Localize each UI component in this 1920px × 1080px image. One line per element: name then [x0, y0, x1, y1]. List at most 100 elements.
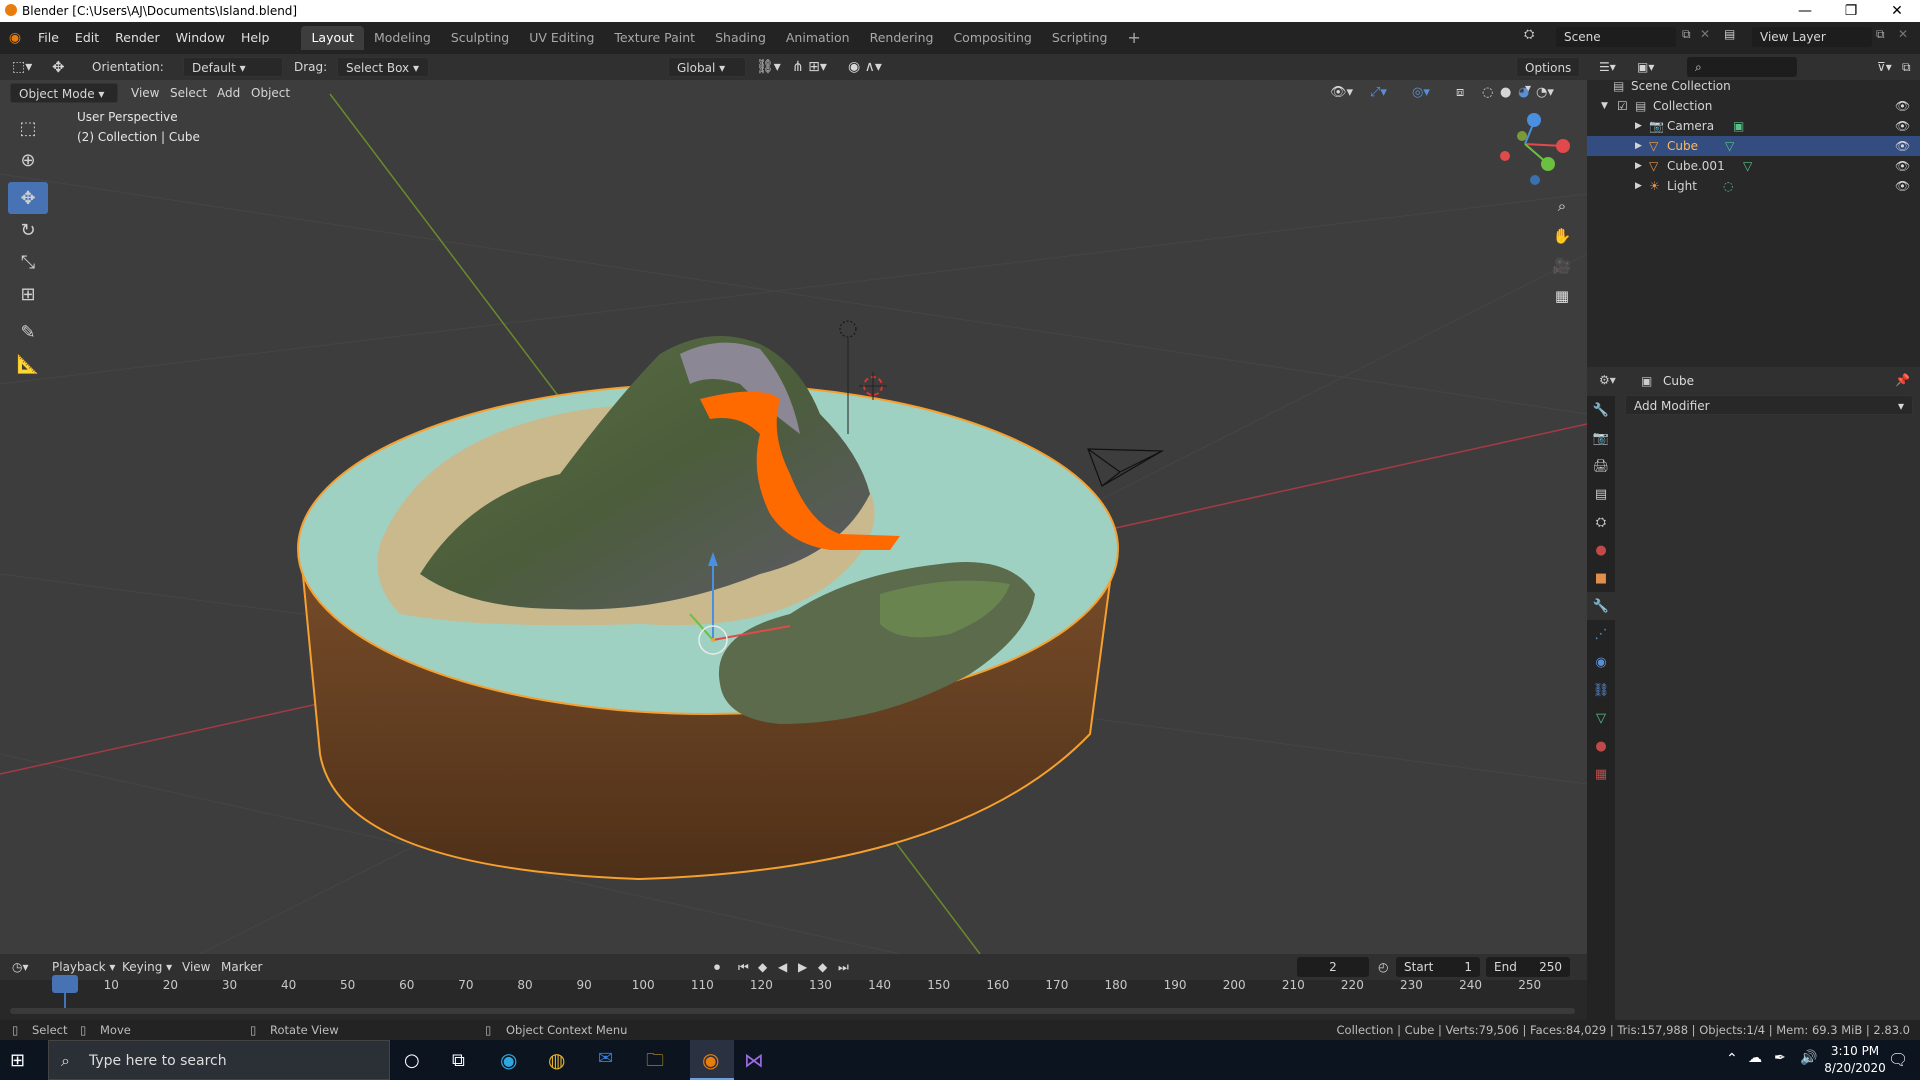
- rendered-shading-icon[interactable]: ◔▾: [1536, 83, 1554, 103]
- orientation-dropdown[interactable]: Default ▾: [183, 57, 283, 77]
- timeline-menu-playback[interactable]: Playback ▾: [52, 957, 115, 977]
- end-frame-field[interactable]: End 250: [1486, 957, 1570, 977]
- tab-modeling[interactable]: Modeling: [364, 26, 441, 50]
- taskbar-time[interactable]: 3:10 PM: [1820, 1044, 1890, 1058]
- wireframe-shading-icon[interactable]: ◌: [1482, 83, 1493, 103]
- new-scene-icon[interactable]: ⧉: [1682, 27, 1691, 42]
- onedrive-icon[interactable]: ☁: [1748, 1050, 1762, 1066]
- scene-selector[interactable]: Scene: [1556, 27, 1676, 47]
- start-frame-field[interactable]: Start 1: [1396, 957, 1480, 977]
- tray-chevron-icon[interactable]: ⌃: [1726, 1051, 1738, 1067]
- expand-arrow-icon[interactable]: ▶: [1635, 116, 1642, 136]
- remove-view-layer-icon[interactable]: ✕: [1898, 27, 1908, 41]
- viewport-menu-view[interactable]: View: [131, 83, 159, 103]
- viewport-menu-select[interactable]: Select: [170, 83, 207, 103]
- edge-icon[interactable]: ◉: [500, 1048, 517, 1072]
- jump-end-icon[interactable]: ⏭: [838, 957, 849, 977]
- island-cube-object[interactable]: [297, 336, 1119, 881]
- playhead[interactable]: [52, 975, 78, 993]
- outliner-scene-collection[interactable]: ▤ Scene Collection: [1587, 76, 1920, 96]
- mode-dropdown[interactable]: Object Mode ▾: [10, 83, 118, 103]
- file-explorer-icon[interactable]: 🗀: [646, 1048, 664, 1078]
- task-view-icon[interactable]: ⧉: [452, 1050, 465, 1071]
- light-object[interactable]: [839, 320, 857, 338]
- play-reverse-icon[interactable]: ◀: [778, 957, 787, 977]
- material-tab-icon[interactable]: ●: [1587, 732, 1615, 760]
- light-data-icon[interactable]: ◌: [1723, 176, 1733, 196]
- tab-compositing[interactable]: Compositing: [943, 26, 1041, 50]
- filter-icon[interactable]: ⊽▾: [1877, 57, 1892, 77]
- cortana-icon[interactable]: ○: [404, 1050, 420, 1071]
- material-preview-icon[interactable]: ◕: [1518, 83, 1529, 103]
- tab-layout[interactable]: Layout: [301, 26, 364, 50]
- data-tab-icon[interactable]: ▽: [1587, 704, 1615, 732]
- camera-data-icon[interactable]: ▣: [1733, 116, 1744, 136]
- tab-uv-editing[interactable]: UV Editing: [519, 26, 604, 50]
- navigation-gizmo[interactable]: [1500, 113, 1570, 185]
- 3d-viewport[interactable]: User Perspective (2) Collection | Cube ⌕…: [0, 54, 1587, 954]
- expand-arrow-icon[interactable]: ▶: [1635, 136, 1642, 156]
- remove-scene-icon[interactable]: ✕: [1700, 27, 1710, 41]
- select-box-icon[interactable]: ⬚: [8, 112, 48, 144]
- prev-keyframe-icon[interactable]: ◆: [758, 957, 767, 977]
- pan-hand-icon[interactable]: ✋: [1548, 222, 1576, 250]
- menu-render[interactable]: Render: [107, 27, 168, 49]
- camera-object[interactable]: [1087, 448, 1165, 487]
- viewport-menu-object[interactable]: Object: [251, 83, 290, 103]
- scene-icon[interactable]: ⛭: [1524, 27, 1534, 42]
- transform-orientation-dropdown[interactable]: Global ▾: [668, 57, 746, 77]
- physics-tab-icon[interactable]: ◉: [1587, 648, 1615, 676]
- add-workspace-button[interactable]: +: [1117, 26, 1150, 50]
- outliner-item-cube001[interactable]: ▶ ▽ Cube.001 ▽ 👁: [1587, 156, 1920, 176]
- view-layer-selector[interactable]: View Layer: [1752, 27, 1872, 47]
- mesh-data-icon[interactable]: ▽: [1743, 156, 1752, 176]
- eye-icon[interactable]: 👁: [1895, 96, 1910, 116]
- current-frame-field[interactable]: 2: [1297, 957, 1369, 977]
- measure-tool-icon[interactable]: 📐: [8, 348, 48, 380]
- rotate-tool-icon[interactable]: ↻: [8, 214, 48, 246]
- volume-icon[interactable]: 🔊: [1800, 1050, 1817, 1066]
- outliner-item-camera[interactable]: ▶ 📷 Camera ▣ 👁: [1587, 116, 1920, 136]
- properties-editor-type-icon[interactable]: ⚙▾: [1599, 373, 1616, 387]
- mail-icon[interactable]: ✉: [598, 1048, 613, 1069]
- pivot-point-icon[interactable]: ⛓▾: [756, 57, 781, 77]
- options-dropdown[interactable]: Options ▾: [1516, 57, 1580, 95]
- outliner-collection[interactable]: ▼ ☑ ▤ Collection 👁: [1587, 96, 1920, 116]
- tab-texture-paint[interactable]: Texture Paint: [604, 26, 705, 50]
- drag-dropdown[interactable]: Select Box ▾: [337, 57, 429, 77]
- transform-tool-icon[interactable]: ⊞: [8, 278, 48, 310]
- move-tool-icon[interactable]: ✥: [8, 182, 48, 214]
- taskbar-date[interactable]: 8/20/2020: [1820, 1061, 1890, 1075]
- render-tab-icon[interactable]: 📷: [1587, 424, 1615, 452]
- scene-tab-icon[interactable]: ⛭: [1587, 508, 1615, 536]
- restore-button[interactable]: ❐: [1828, 0, 1874, 22]
- windows-start-icon[interactable]: ⊞: [10, 1050, 25, 1071]
- visibility-selectability-icon[interactable]: 👁▾: [1330, 83, 1353, 103]
- expand-arrow-icon[interactable]: ▶: [1635, 156, 1642, 176]
- tool-tab-icon[interactable]: 🔧: [1587, 396, 1615, 424]
- view-layer-tab-icon[interactable]: ▤: [1587, 480, 1615, 508]
- record-icon[interactable]: ⏺: [714, 957, 720, 977]
- world-tab-icon[interactable]: ●: [1587, 536, 1615, 564]
- play-icon[interactable]: ▶: [798, 957, 807, 977]
- eye-icon[interactable]: 👁: [1895, 116, 1910, 136]
- output-tab-icon[interactable]: 🖨: [1587, 452, 1615, 480]
- viewport-menu-add[interactable]: Add: [217, 83, 240, 103]
- collection-checkbox[interactable]: ☑: [1617, 96, 1628, 116]
- new-view-layer-icon[interactable]: ⧉: [1876, 27, 1885, 42]
- timeline-menu-keying[interactable]: Keying ▾: [122, 957, 172, 977]
- timeline-menu-view[interactable]: View: [182, 957, 210, 977]
- blender-menu-icon[interactable]: ◉: [0, 30, 30, 46]
- zoom-icon[interactable]: ⌕: [1548, 192, 1576, 220]
- tab-scripting[interactable]: Scripting: [1042, 26, 1118, 50]
- camera-view-icon[interactable]: 🎥: [1548, 252, 1576, 280]
- chrome-icon[interactable]: ◍: [548, 1048, 565, 1072]
- clock-icon[interactable]: ◴: [1378, 957, 1388, 977]
- eye-icon[interactable]: 👁: [1895, 136, 1910, 156]
- constraints-tab-icon[interactable]: ⛓: [1587, 676, 1615, 704]
- texture-tab-icon[interactable]: ▦: [1587, 760, 1615, 788]
- expand-arrow-icon[interactable]: ▼: [1601, 96, 1608, 116]
- gizmo-toggle-icon[interactable]: ⤢▾: [1370, 83, 1387, 103]
- menu-window[interactable]: Window: [168, 27, 233, 49]
- move-tool-icon[interactable]: ✥: [52, 57, 65, 77]
